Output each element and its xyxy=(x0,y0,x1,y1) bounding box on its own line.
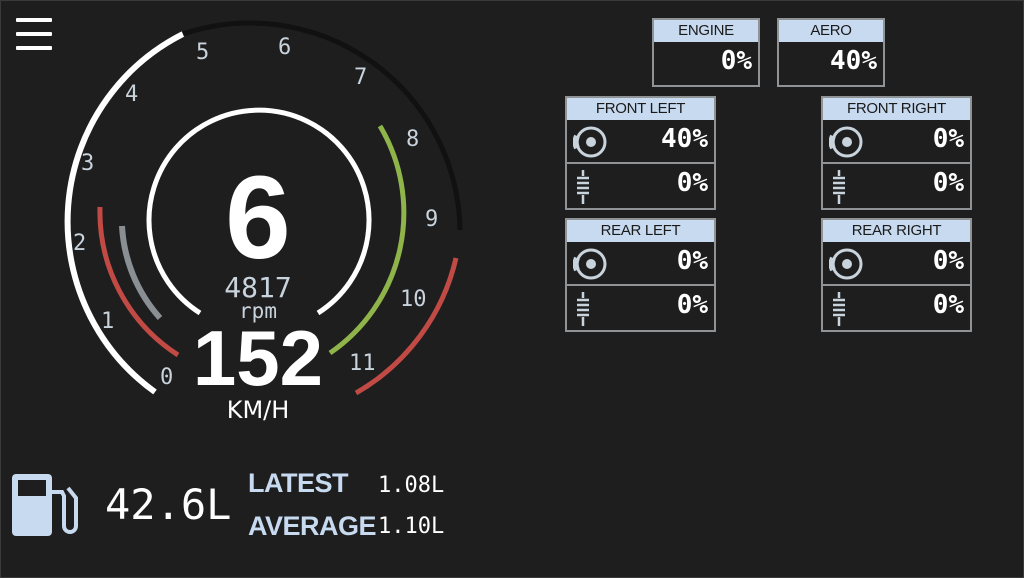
front-left-suspension-value: 0% xyxy=(676,168,708,198)
fuel-latest-value: 1.08L xyxy=(378,473,445,498)
brake-disc-icon xyxy=(829,126,863,158)
suspension-spring-icon xyxy=(833,170,845,204)
engine-damage-panel: ENGINE 0% xyxy=(652,18,760,87)
scale-label: 6 xyxy=(278,35,291,60)
scale-label: 2 xyxy=(73,231,86,256)
engine-damage-label: ENGINE xyxy=(654,20,758,42)
scale-label: 1 xyxy=(101,309,114,334)
fuel-latest-label: LATEST xyxy=(248,468,349,498)
rear-left-panel: REAR LEFT 0% 0% xyxy=(565,218,716,332)
front-right-suspension-value: 0% xyxy=(932,168,964,198)
engine-damage-value: 0% xyxy=(720,46,752,76)
speed-unit: KM/H xyxy=(227,396,290,424)
rear-right-label: REAR RIGHT xyxy=(823,220,970,242)
rear-right-brake-row: 0% xyxy=(823,242,970,284)
gear-display: 6 xyxy=(225,152,291,284)
scale-label: 9 xyxy=(425,207,438,232)
rpm-gauge: 0 1 2 3 4 5 6 7 8 9 10 11 6 4817 rpm 152… xyxy=(64,20,463,424)
front-right-label: FRONT RIGHT xyxy=(823,98,970,120)
front-right-panel: FRONT RIGHT 0% 0% xyxy=(821,96,972,210)
suspension-spring-icon xyxy=(833,292,845,326)
aero-damage-panel: AERO 40% xyxy=(777,18,885,87)
rear-right-suspension-value: 0% xyxy=(932,290,964,320)
scale-label: 4 xyxy=(125,82,138,107)
fuel-average-value: 1.10L xyxy=(378,514,445,539)
rear-left-label: REAR LEFT xyxy=(567,220,714,242)
suspension-spring-icon xyxy=(577,292,589,326)
front-left-label: FRONT LEFT xyxy=(567,98,714,120)
front-right-brake-row: 0% xyxy=(823,120,970,162)
aero-damage-label: AERO xyxy=(779,20,883,42)
brake-disc-icon xyxy=(573,126,607,158)
front-right-brake-value: 0% xyxy=(932,124,964,154)
scale-label: 3 xyxy=(81,151,94,176)
scale-label: 0 xyxy=(160,365,173,390)
rear-left-suspension-value: 0% xyxy=(676,290,708,320)
scale-label: 5 xyxy=(196,40,209,65)
front-left-brake-row: 40% xyxy=(567,120,714,162)
scale-label: 10 xyxy=(400,287,427,312)
scale-label: 8 xyxy=(406,127,419,152)
aero-damage-value: 40% xyxy=(830,46,877,76)
fuel-average-label: AVERAGE xyxy=(248,511,377,541)
scale-label: 11 xyxy=(349,351,376,376)
fuel-amount: 42.6L xyxy=(105,480,232,529)
scale-label: 7 xyxy=(354,65,367,90)
brake-disc-icon xyxy=(829,248,863,280)
front-left-suspension-row: 0% xyxy=(567,162,714,206)
rear-left-suspension-row: 0% xyxy=(567,284,714,328)
rear-left-brake-row: 0% xyxy=(567,242,714,284)
front-left-panel: FRONT LEFT 40% 0% xyxy=(565,96,716,210)
aero-damage-row: 40% xyxy=(779,42,883,84)
brake-disc-icon xyxy=(573,248,607,280)
rear-right-panel: REAR RIGHT 0% 0% xyxy=(821,218,972,332)
front-left-brake-value: 40% xyxy=(661,124,708,154)
rear-left-brake-value: 0% xyxy=(676,246,708,276)
rear-right-suspension-row: 0% xyxy=(823,284,970,328)
rear-right-brake-value: 0% xyxy=(932,246,964,276)
suspension-spring-icon xyxy=(577,170,589,204)
engine-damage-row: 0% xyxy=(654,42,758,84)
fuel-pump-icon xyxy=(12,474,78,536)
speed-display: 152 xyxy=(193,314,323,402)
front-right-suspension-row: 0% xyxy=(823,162,970,206)
